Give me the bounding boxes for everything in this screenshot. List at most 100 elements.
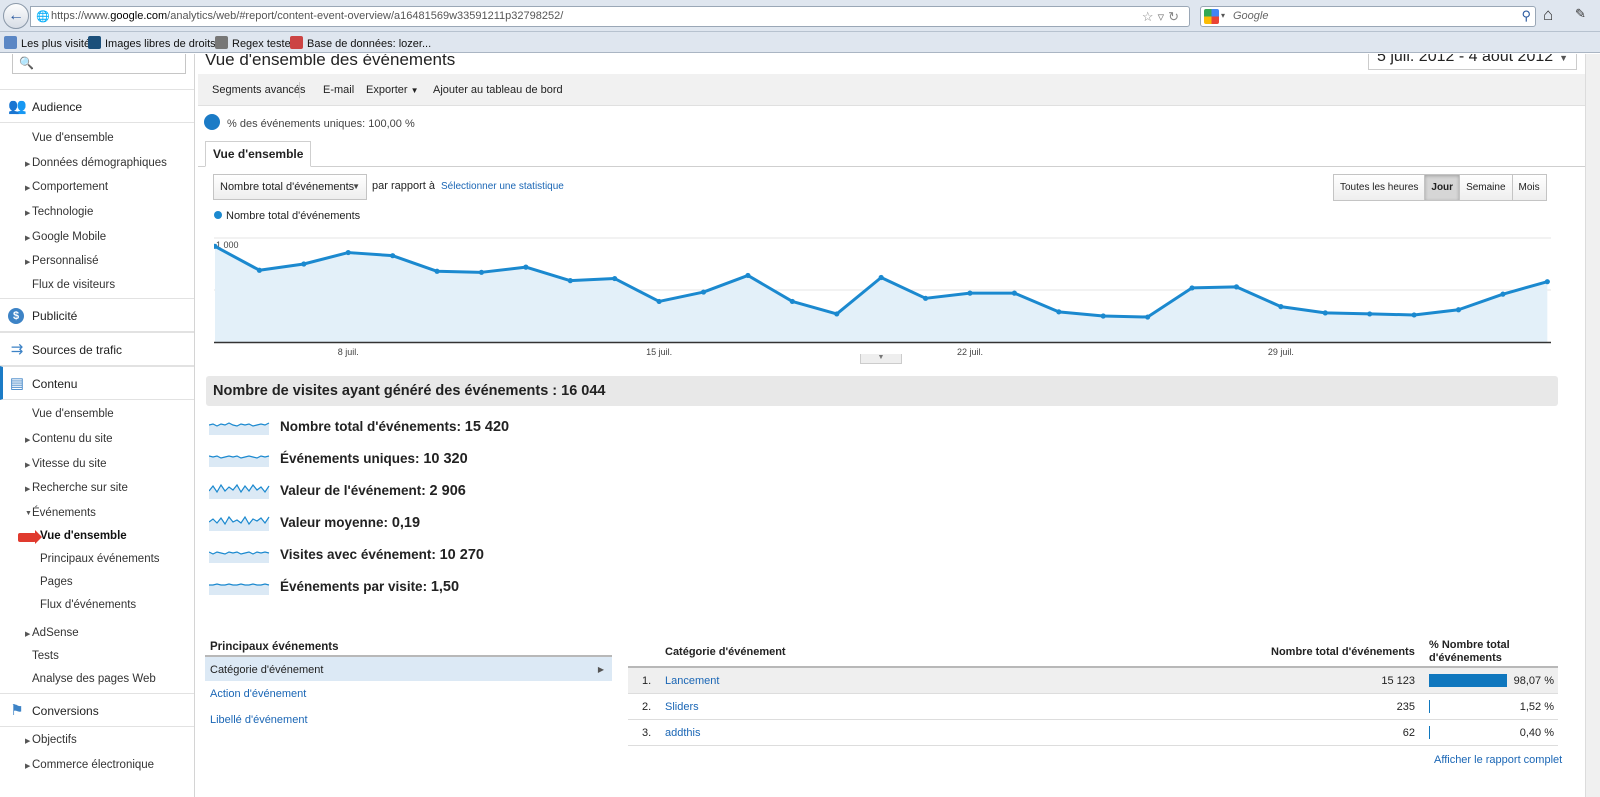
sidebar-item-visitor-flow[interactable]: Flux de visiteurs <box>32 279 115 291</box>
dimension-event-category[interactable]: Catégorie d'événement ▶ <box>205 655 612 681</box>
data-point[interactable] <box>1100 313 1106 319</box>
event-total: 15 123 <box>1381 675 1415 687</box>
bookmark-regex-tester[interactable]: Regex tester <box>215 36 294 50</box>
back-arrow-icon[interactable]: ← <box>3 3 29 29</box>
sidebar-item-site-content[interactable]: ▶ Contenu du site <box>25 433 113 445</box>
column-header-percentage[interactable]: % Nombre total d'événements <box>1429 639 1558 665</box>
sidebar-item-tests[interactable]: Tests <box>32 650 59 662</box>
sidebar-section-audience[interactable]: 👥 Audience <box>0 89 194 123</box>
data-point[interactable] <box>1278 304 1284 310</box>
column-header-total[interactable]: Nombre total d'événements <box>1271 646 1415 658</box>
sidebar-item-google-mobile[interactable]: ▶ Google Mobile <box>25 231 106 243</box>
data-point[interactable] <box>922 295 929 301</box>
advanced-segments-button[interactable]: Segments avancés <box>212 84 306 96</box>
dimension-event-label[interactable]: Libellé d'événement <box>205 707 612 733</box>
sidebar-item-page-analytics[interactable]: Analyse des pages Web <box>32 673 156 685</box>
data-point[interactable] <box>1500 291 1506 297</box>
column-header-category[interactable]: Catégorie d'événement <box>665 646 786 658</box>
search-icon[interactable]: ⚲ <box>1521 8 1531 24</box>
sidebar-item-site-search[interactable]: ▶ Recherche sur site <box>25 482 128 494</box>
data-point[interactable] <box>1322 310 1328 316</box>
data-point[interactable] <box>967 290 973 296</box>
data-point[interactable] <box>256 267 263 273</box>
browser-search-box[interactable]: ▾ Google ⚲ <box>1200 6 1536 27</box>
sidebar-item-content-overview[interactable]: Vue d'ensemble <box>32 408 114 420</box>
email-button[interactable]: E-mail <box>323 84 354 96</box>
sparkline-icon <box>209 551 270 563</box>
star-reload-icon[interactable]: ☆▿↻ <box>1142 9 1183 25</box>
data-point[interactable] <box>1145 314 1151 320</box>
granularity-hourly-button[interactable]: Toutes les heures <box>1334 175 1424 200</box>
event-category-link[interactable]: Lancement <box>665 675 719 687</box>
bookmark-most-visited[interactable]: Les plus visités <box>4 36 96 50</box>
data-point[interactable] <box>1367 311 1373 317</box>
dollar-icon: $ <box>8 308 24 324</box>
sidebar-item-behavior[interactable]: ▶ Comportement <box>25 181 108 193</box>
data-point[interactable] <box>745 272 751 279</box>
data-point[interactable] <box>1189 285 1195 291</box>
sidebar-item-events-overview[interactable]: Vue d'ensemble <box>40 530 127 542</box>
dimension-event-action[interactable]: Action d'événement <box>205 681 612 707</box>
events-line-chart[interactable]: 1 0005008 juil.15 juil.22 juil.29 juil. <box>214 228 1551 358</box>
sidebar-section-advertising[interactable]: $ Publicité <box>0 298 194 332</box>
data-point[interactable] <box>478 269 485 275</box>
sidebar-item-goals[interactable]: ▶ Objectifs <box>25 734 77 746</box>
extension-icon[interactable]: ✎ <box>1575 6 1586 22</box>
url-text[interactable]: https://www.google.com/analytics/web/#re… <box>51 10 563 22</box>
data-point[interactable] <box>1011 290 1017 296</box>
data-point[interactable] <box>390 253 396 259</box>
sidebar-item-audience-overview[interactable]: Vue d'ensemble <box>32 132 114 144</box>
bookmark-free-images[interactable]: Images libres de droits... <box>88 36 225 50</box>
sidebar-item-events-flow[interactable]: Flux d'événements <box>40 599 136 611</box>
data-point[interactable] <box>878 274 884 281</box>
home-icon[interactable]: ⌂ <box>1543 5 1553 25</box>
data-point[interactable] <box>834 311 840 317</box>
data-point[interactable] <box>656 298 662 305</box>
bookmark-database[interactable]: Base de données: lozer... <box>290 36 431 50</box>
metric-select[interactable]: Nombre total d'événements ▼ <box>213 174 367 200</box>
data-point[interactable] <box>301 261 307 267</box>
search-engine-dropdown-icon[interactable]: ▾ <box>1221 11 1225 20</box>
data-point[interactable] <box>345 249 351 256</box>
add-to-dashboard-button[interactable]: Ajouter au tableau de bord <box>433 84 563 96</box>
sidebar-search-input[interactable]: 🔍 <box>12 54 186 74</box>
granularity-week-button[interactable]: Semaine <box>1459 175 1511 200</box>
data-point[interactable] <box>1233 284 1240 290</box>
stat-label: Valeur de l'événement: <box>280 483 426 498</box>
data-point[interactable] <box>700 289 707 295</box>
tab-overview[interactable]: Vue d'ensemble <box>205 141 312 167</box>
sidebar-section-content[interactable]: ▤ Contenu <box>0 366 194 400</box>
address-bar[interactable]: 🌐 https://www.google.com/analytics/web/#… <box>30 6 1190 27</box>
sidebar-item-ecommerce[interactable]: ▶ Commerce électronique <box>25 759 154 771</box>
granularity-month-button[interactable]: Mois <box>1511 175 1546 200</box>
sidebar-section-conversions[interactable]: ⚑ Conversions <box>0 693 194 727</box>
chart-resize-handle[interactable]: ▼ <box>860 354 902 364</box>
sidebar-section-traffic-sources[interactable]: ⇉ Sources de trafic <box>0 332 194 366</box>
date-range-picker[interactable]: 5 juil. 2012 - 4 août 2012 ▼ <box>1368 54 1578 70</box>
data-point[interactable] <box>1455 307 1462 313</box>
data-point[interactable] <box>1544 279 1550 285</box>
sidebar-item-custom[interactable]: ▶ Personnalisé <box>25 255 98 267</box>
full-report-link[interactable]: Afficher le rapport complet <box>1434 754 1562 766</box>
data-point[interactable] <box>434 268 440 274</box>
data-point[interactable] <box>567 278 573 284</box>
granularity-day-button[interactable]: Jour <box>1424 175 1460 200</box>
table-row: 2. Sliders 235 1,52 % <box>628 694 1558 720</box>
data-point[interactable] <box>612 275 618 282</box>
sidebar-item-events[interactable]: ▼ Événements <box>25 507 96 519</box>
data-point[interactable] <box>1411 312 1417 318</box>
data-point[interactable] <box>523 264 529 270</box>
event-category-link[interactable]: addthis <box>665 727 700 739</box>
export-button[interactable]: Exporter ▼ <box>366 84 419 96</box>
data-point[interactable] <box>789 298 795 305</box>
sidebar-item-adsense[interactable]: ▶ AdSense <box>25 627 79 639</box>
data-point[interactable] <box>1056 309 1062 315</box>
event-category-link[interactable]: Sliders <box>665 701 699 713</box>
select-metric-link[interactable]: Sélectionner une statistique <box>441 181 564 192</box>
sidebar-item-site-speed[interactable]: ▶ Vitesse du site <box>25 458 107 470</box>
sidebar-item-top-events[interactable]: Principaux événements <box>40 553 160 565</box>
page-scrollbar[interactable] <box>1585 54 1600 797</box>
sidebar-item-pages[interactable]: Pages <box>40 576 73 588</box>
sidebar-item-technology[interactable]: ▶ Technologie <box>25 206 93 218</box>
sidebar-item-demographics[interactable]: ▶ Données démographiques <box>25 157 167 169</box>
